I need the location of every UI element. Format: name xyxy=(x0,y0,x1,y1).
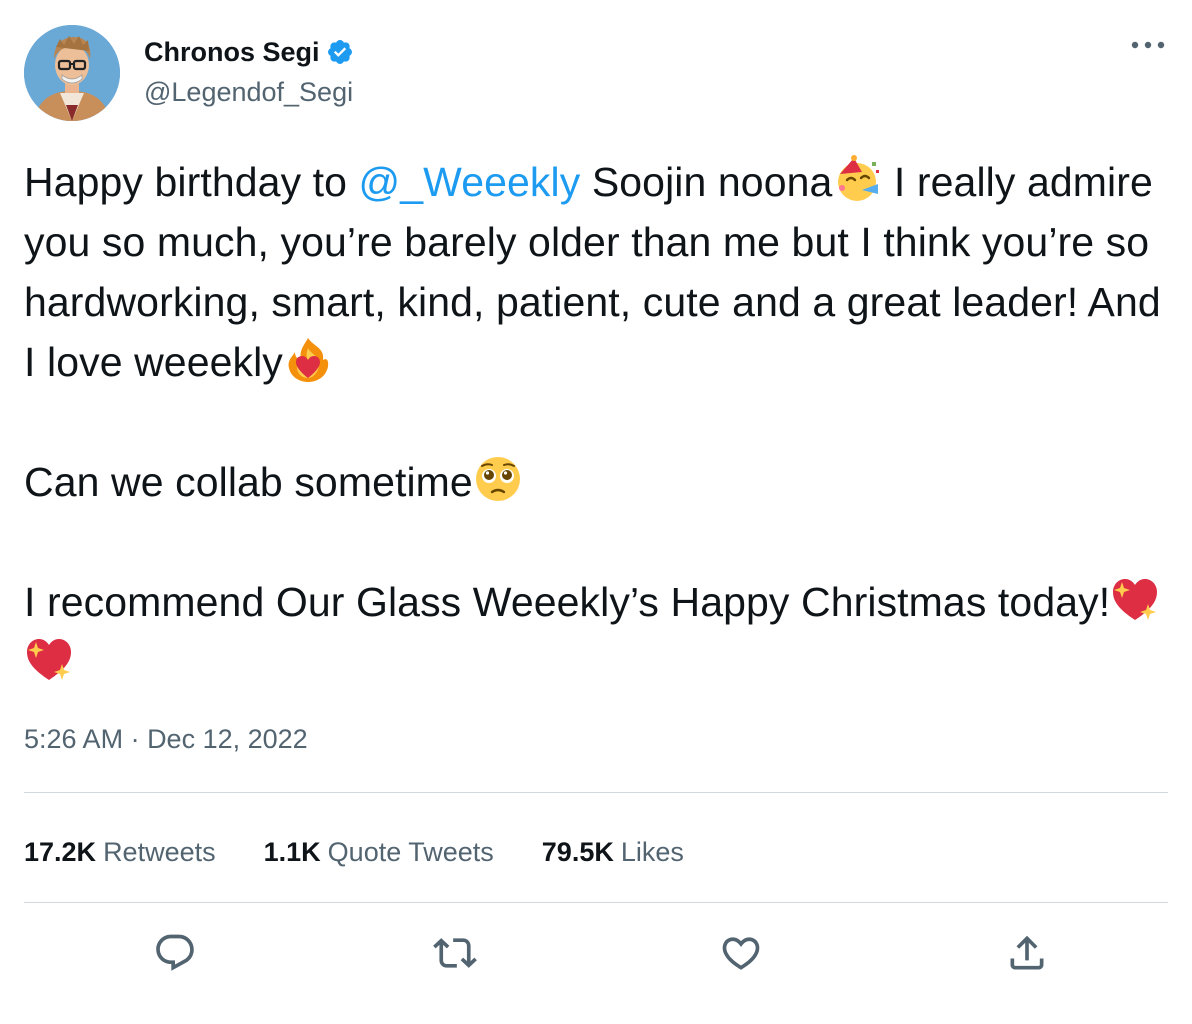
partying-face-emoji xyxy=(832,154,882,204)
more-options-button[interactable] xyxy=(1128,31,1168,59)
tweet-timestamp: 5:26 AM · Dec 12, 2022 xyxy=(24,724,308,755)
sparkling-heart-emoji xyxy=(24,634,74,684)
tweet-header: Chronos Segi @Legendof_Segi xyxy=(24,25,1168,121)
likes-stat[interactable]: 79.5K Likes xyxy=(542,837,684,868)
more-icon xyxy=(1131,41,1165,49)
timestamp-date[interactable]: Dec 12, 2022 xyxy=(147,724,308,754)
tweet-stats: 17.2K Retweets 1.1K Quote Tweets 79.5K Like… xyxy=(24,832,732,872)
retweet-icon xyxy=(433,938,477,968)
divider xyxy=(24,792,1168,793)
tweet-paragraph-3: I recommend Our Glass Weeekly’s Happy Ch… xyxy=(24,572,1168,692)
timestamp-separator: · xyxy=(123,724,148,754)
retweets-stat[interactable]: 17.2K Retweets xyxy=(24,837,216,868)
sparkling-heart-emoji xyxy=(1110,574,1160,624)
heart-on-fire-emoji xyxy=(283,334,333,384)
tweet-text-segment: Happy birthday to xyxy=(24,159,359,205)
likes-label: Likes xyxy=(620,836,684,867)
user-handle[interactable]: @Legendof_Segi xyxy=(144,77,354,108)
reply-button[interactable] xyxy=(150,928,200,978)
retweets-count: 17.2K xyxy=(24,836,97,867)
timestamp-time[interactable]: 5:26 AM xyxy=(24,724,123,754)
display-name[interactable]: Chronos Segi xyxy=(144,37,320,68)
like-icon xyxy=(722,937,760,970)
likes-count: 79.5K xyxy=(541,836,614,867)
like-button[interactable] xyxy=(716,928,766,978)
share-button[interactable] xyxy=(1002,928,1052,978)
avatar-illustration xyxy=(24,25,120,121)
tweet-text-segment: Can we collab sometime xyxy=(24,459,473,505)
pleading-face-emoji xyxy=(473,454,523,504)
tweet-text: Happy birthday to @_Weeekly Soojin noona… xyxy=(24,152,1168,692)
divider xyxy=(24,902,1168,903)
display-name-row: Chronos Segi xyxy=(144,35,354,69)
avatar[interactable] xyxy=(24,25,120,121)
mention-link[interactable]: @_Weeekly xyxy=(359,159,581,205)
share-icon xyxy=(1010,935,1044,970)
verified-badge-icon xyxy=(326,38,354,66)
retweet-button[interactable] xyxy=(430,928,480,978)
retweets-label: Retweets xyxy=(103,836,216,867)
tweet-actions xyxy=(24,928,1168,978)
tweet-text-segment: Soojin noona xyxy=(580,159,833,205)
reply-icon xyxy=(156,934,194,971)
quote-tweets-count: 1.1K xyxy=(263,836,321,867)
author-info: Chronos Segi @Legendof_Segi xyxy=(144,35,354,108)
tweet-text-segment: I recommend Our Glass Weeekly’s Happy Ch… xyxy=(24,579,1111,625)
quote-tweets-label: Quote Tweets xyxy=(327,836,494,867)
quote-tweets-stat[interactable]: 1.1K Quote Tweets xyxy=(264,837,494,868)
tweet-paragraph-1: Happy birthday to @_Weeekly Soojin noona… xyxy=(24,152,1168,392)
tweet-card: Chronos Segi @Legendof_Segi Happy birthd… xyxy=(24,0,1168,1024)
tweet-paragraph-2: Can we collab sometime xyxy=(24,452,1168,512)
